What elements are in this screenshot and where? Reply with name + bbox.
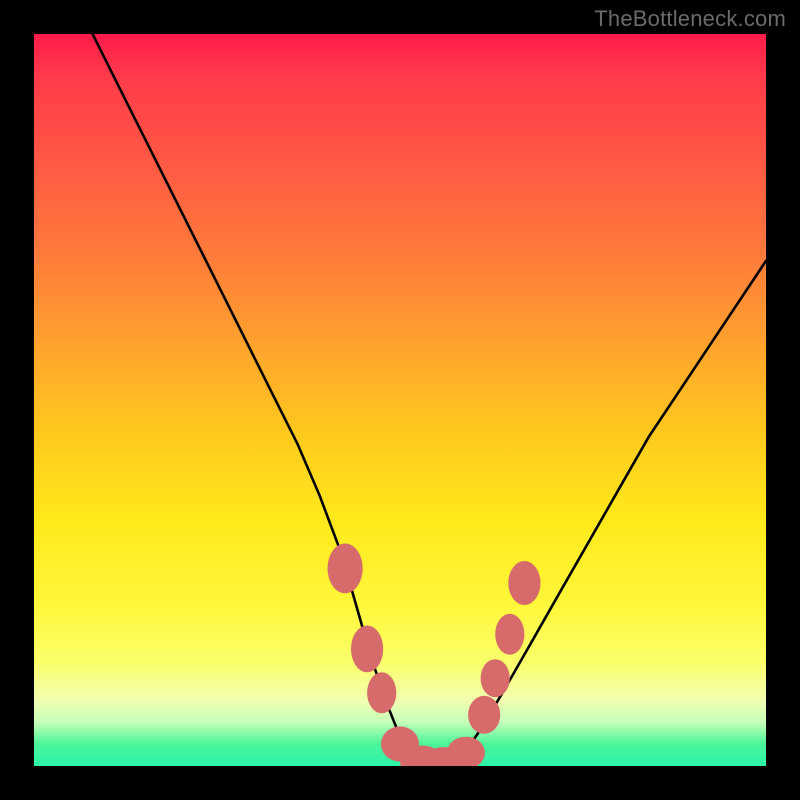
plot-area bbox=[34, 34, 766, 766]
curve-marker bbox=[328, 544, 363, 594]
bottleneck-curve bbox=[93, 34, 766, 766]
curve-markers bbox=[328, 544, 541, 767]
chart-frame: TheBottleneck.com bbox=[0, 0, 800, 800]
watermark-text: TheBottleneck.com bbox=[594, 6, 786, 32]
curve-marker bbox=[367, 672, 396, 713]
curve-marker bbox=[468, 696, 500, 734]
curve-marker bbox=[351, 626, 383, 673]
curve-marker bbox=[495, 614, 524, 655]
curve-marker bbox=[481, 659, 510, 697]
curve-marker bbox=[508, 561, 540, 605]
curve-marker bbox=[447, 737, 485, 766]
chart-svg bbox=[34, 34, 766, 766]
